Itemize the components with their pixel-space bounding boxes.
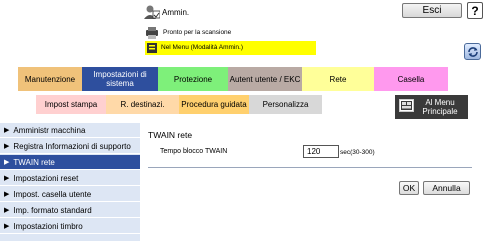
twain-timeout-unit: sec(30-300) xyxy=(340,149,375,156)
sidebar-item-twain-rete[interactable]: ▶ TWAIN rete xyxy=(0,155,140,170)
refresh-icon xyxy=(467,46,478,57)
sidebar-item-impost-casella-utente[interactable]: ▶ Impost. casella utente xyxy=(0,187,140,202)
tab-casella[interactable]: Casella xyxy=(374,67,448,91)
user-label: Ammin. xyxy=(162,8,190,17)
page-title: TWAIN rete xyxy=(148,130,193,140)
menu-status-text: Nel Menu (Modalità Ammin.) xyxy=(161,44,243,51)
arrow-icon: ▶ xyxy=(4,207,10,214)
twain-timeout-label: Tempo blocco TWAIN xyxy=(160,148,228,155)
arrow-icon: ▶ xyxy=(4,143,10,150)
sidebar-item-label: Impostazioni timbro xyxy=(13,221,83,231)
sidebar-item-imp-formato-standard[interactable]: ▶ Imp. formato standard xyxy=(0,203,140,218)
twain-timeout-input[interactable]: 120 xyxy=(303,145,339,158)
tab-r-destinazi[interactable]: R. destinazi. xyxy=(106,95,179,114)
menu-icon xyxy=(147,43,157,53)
tab-procedura-guidata[interactable]: Procedura guidata xyxy=(179,95,249,114)
tab-impost-stampa[interactable]: Impost stampa xyxy=(36,95,106,114)
tab-protezione[interactable]: Protezione xyxy=(158,67,228,91)
divider xyxy=(148,167,472,168)
logout-button[interactable]: Esci xyxy=(402,3,462,18)
refresh-button[interactable] xyxy=(464,43,481,60)
arrow-icon: ▶ xyxy=(4,127,10,134)
sidebar-item-impostazioni-reset[interactable]: ▶ Impostazioni reset xyxy=(0,171,140,186)
tab-manutenzione[interactable]: Manutenzione xyxy=(18,67,82,91)
sidebar-item-label: Imp. formato standard xyxy=(13,205,92,215)
sidebar-item-amministr-macchina[interactable]: ▶ Amministr macchina xyxy=(0,123,140,138)
arrow-icon: ▶ xyxy=(4,191,10,198)
printer-icon xyxy=(146,27,158,39)
arrow-icon: ▶ xyxy=(4,159,10,166)
main-menu-icon xyxy=(399,99,414,112)
sidebar-item-label: Impostazioni reset xyxy=(13,173,79,183)
sidebar-item-impostazioni-timbro[interactable]: ▶ Impostazioni timbro xyxy=(0,219,140,234)
main-menu-label: Al Menu Principale xyxy=(422,98,458,116)
arrow-icon: ▶ xyxy=(4,223,10,230)
tab-personalizza[interactable]: Personalizza xyxy=(249,95,322,114)
sidebar-item-label: Amministr macchina xyxy=(13,125,86,135)
cancel-button[interactable]: Annulla xyxy=(423,181,470,195)
sidebar-item-registra-informazioni[interactable]: ▶ Registra Informazioni di supporto xyxy=(0,139,140,154)
sidebar: ▶ Amministr macchina ▶ Registra Informaz… xyxy=(0,123,140,241)
tab-impostazioni-di-sistema[interactable]: Impostazioni di sistema xyxy=(82,67,158,91)
sidebar-item-label: Registra Informazioni di supporto xyxy=(13,141,131,151)
tab-autent-utente[interactable]: Autent utente / EKC xyxy=(228,67,302,91)
tab-rete[interactable]: Rete xyxy=(302,67,374,91)
status-text: Pronto per la scansione xyxy=(163,29,232,36)
sidebar-item-label: TWAIN rete xyxy=(13,157,55,167)
help-button[interactable]: ? xyxy=(467,2,483,19)
arrow-icon: ▶ xyxy=(4,175,10,182)
sidebar-item-label: Impost. casella utente xyxy=(13,189,92,199)
user-icon xyxy=(144,5,160,19)
ok-button[interactable]: OK xyxy=(399,181,419,195)
